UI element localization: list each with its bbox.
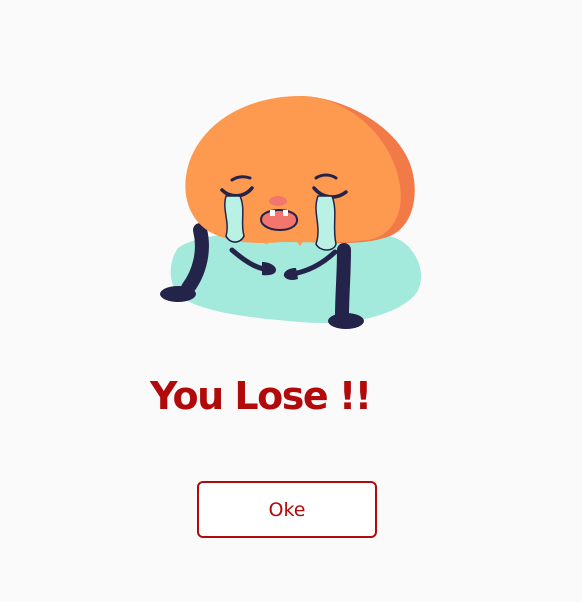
tooth-left [270,210,275,216]
result-title: You Lose !! [150,374,372,418]
crying-character-illustration [160,96,422,329]
right-leg [335,243,351,323]
oke-button[interactable]: Oke [197,481,377,538]
left-tear [224,195,245,243]
nose [269,196,287,206]
lose-screen: You Lose !! Oke [0,0,582,602]
left-foot [160,286,196,302]
tooth-right [283,210,288,216]
crying-mouth [260,209,298,232]
right-tear [315,195,337,251]
right-foot [328,313,364,329]
